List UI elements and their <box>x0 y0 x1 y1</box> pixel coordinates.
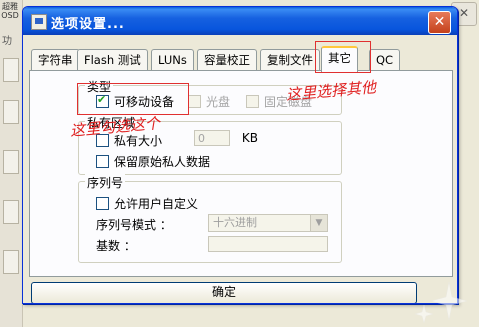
serial-mode-select[interactable]: 十六进制 ▼ <box>208 214 328 232</box>
ok-button[interactable]: 确定 <box>31 282 417 303</box>
cdrom-label: 光盘 <box>206 95 231 109</box>
keep-private-data-label: 保留原始私人数据 <box>114 155 211 169</box>
close-button[interactable]: ✕ <box>428 11 451 34</box>
base-input[interactable] <box>208 236 328 252</box>
allow-custom-checkbox[interactable]: 允许用户自定义 <box>96 195 198 212</box>
close-icon: ✕ <box>433 14 446 30</box>
background-field <box>3 100 19 124</box>
background-field <box>3 150 19 174</box>
private-size-unit: KB <box>241 130 258 145</box>
background-field <box>3 250 19 274</box>
window-icon <box>31 14 47 30</box>
checkbox-icon[interactable] <box>96 197 109 210</box>
checkbox-icon[interactable] <box>188 95 201 108</box>
allow-custom-label: 允许用户自定义 <box>114 197 199 211</box>
background-left-panel: 超雅 OSD 功 <box>0 0 23 327</box>
checkbox-icon[interactable] <box>96 155 109 168</box>
private-size-input[interactable]: 0 <box>194 130 230 146</box>
serial-mode-value: 十六进制 <box>213 216 257 229</box>
serial-mode-label: 序列号模式 ： <box>96 218 172 232</box>
serial-number-group-label: 序列号 <box>85 174 126 191</box>
tab-copy-files[interactable]: 复制文件 <box>260 49 320 70</box>
background-field <box>3 200 19 224</box>
cdrom-checkbox[interactable]: 光盘 <box>188 93 230 110</box>
tab-strip: 字符串 Flash 测试 LUNs 容量校正 复制文件 其它 QC <box>29 46 449 72</box>
options-dialog: 选项设置... ✕ 字符串 Flash 测试 LUNs 容量校正 复制文件 其它… <box>22 6 458 304</box>
tab-qc[interactable]: QC <box>369 49 401 70</box>
background-field <box>3 58 19 82</box>
checkbox-icon[interactable] <box>246 95 259 108</box>
tab-strings[interactable]: 字符串 <box>31 49 80 70</box>
dialog-title-bar[interactable]: 选项设置... ✕ <box>23 7 457 35</box>
tab-flash-test[interactable]: Flash 测试 <box>77 49 148 70</box>
tab-luns[interactable]: LUNs <box>151 49 194 70</box>
base-label: 基数 ： <box>96 239 136 253</box>
tab-other[interactable]: 其它 <box>321 46 358 72</box>
private-size-field[interactable]: 0 KB <box>194 130 258 146</box>
chevron-down-icon[interactable]: ▼ <box>310 215 327 231</box>
tab-capacity-calibration[interactable]: 容量校正 <box>197 49 257 70</box>
background-label: 功 <box>2 36 12 47</box>
annotation-box-checkbox <box>77 83 189 115</box>
keep-private-data-checkbox[interactable]: 保留原始私人数据 <box>96 153 210 170</box>
app-logo: 超雅 OSD <box>1 2 19 20</box>
sparkle-watermark-icon <box>414 281 468 324</box>
dialog-title: 选项设置... <box>51 17 125 32</box>
